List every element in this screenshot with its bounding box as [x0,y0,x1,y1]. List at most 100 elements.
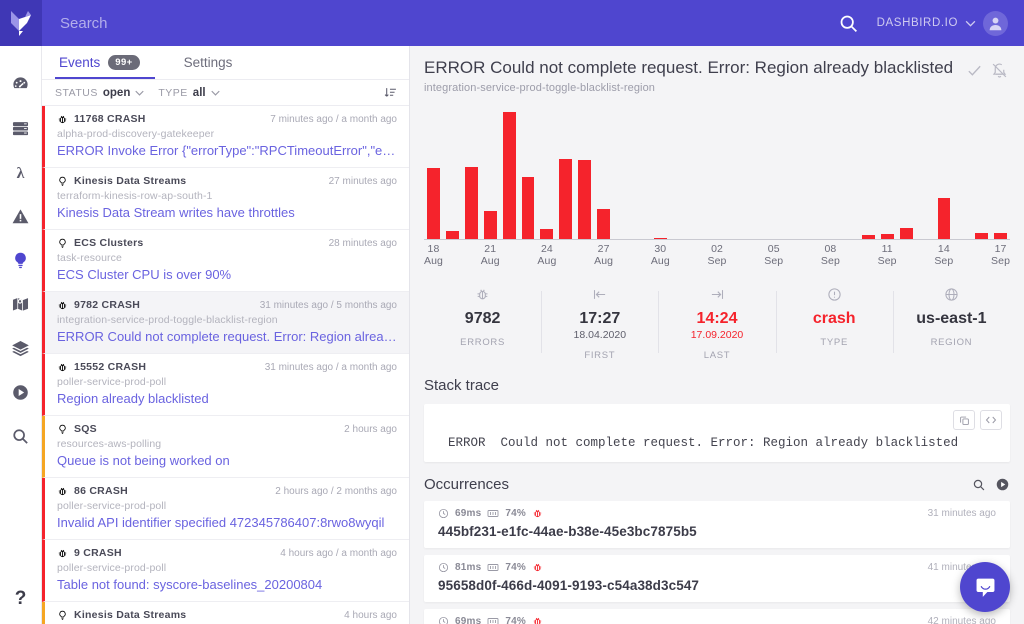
sidebar-item-servers[interactable] [0,106,42,150]
chart-bar-slot[interactable] [764,107,783,239]
chart-bar-slot[interactable] [613,107,632,239]
chart-bar[interactable] [975,233,988,239]
event-list-item[interactable]: 9 CRASH4 hours ago / a month agopoller-s… [42,540,409,602]
event-list-item[interactable]: ECS Clusters28 minutes agotask-resourceE… [42,230,409,292]
chart-bar[interactable] [484,211,497,239]
chart-bar[interactable] [938,198,951,239]
account-menu[interactable]: DASHBIRD.IO [877,11,1008,36]
chart-bar-slot[interactable] [689,107,708,239]
chart-bar-slot[interactable] [500,107,519,239]
chart-bar-slot[interactable] [916,107,935,239]
event-item-title[interactable]: ERROR Could not complete request. Error:… [57,329,397,344]
event-item-title[interactable]: Region already blacklisted [57,391,397,406]
chart-bar-slot[interactable] [537,107,556,239]
event-list-item[interactable]: 11768 CRASH7 minutes ago / a month agoal… [42,106,409,168]
chart-bar[interactable] [446,231,459,239]
sidebar-item-search[interactable] [0,414,42,458]
filter-status[interactable]: STATUS open [55,87,144,99]
chart-bar[interactable] [503,112,516,239]
avatar[interactable] [983,11,1008,36]
occurrences-live-button[interactable] [995,477,1010,492]
chart-bar[interactable] [994,233,1007,239]
occurrences-search-button[interactable] [972,478,986,492]
chart-bar-slot[interactable] [651,107,670,239]
event-item-title[interactable]: ERROR Invoke Error {"errorType":"RPCTime… [57,143,397,158]
chart-bar-slot[interactable] [821,107,840,239]
chart-bar-slot[interactable] [481,107,500,239]
chart-bar-slot[interactable] [575,107,594,239]
chart-bar-slot[interactable] [424,107,443,239]
chart-bar[interactable] [862,235,875,239]
sidebar-item-map[interactable] [0,282,42,326]
chart-bar[interactable] [427,168,440,239]
resolve-button[interactable] [966,62,983,79]
tab-settings-label: Settings [184,55,233,70]
sidebar-item-insights[interactable] [0,238,42,282]
search-input[interactable] [60,8,834,38]
chart-bar-slot[interactable] [519,107,538,239]
help-button[interactable]: ? [15,588,27,624]
event-item-title[interactable]: Kinesis Data Stream writes have throttle… [57,205,397,220]
event-list[interactable]: 11768 CRASH7 minutes ago / a month agoal… [42,106,409,624]
tab-settings[interactable]: Settings [180,46,237,79]
chart-bar[interactable] [654,238,667,240]
sidebar-item-playground[interactable] [0,370,42,414]
app-logo[interactable] [0,0,42,46]
intercom-launcher[interactable] [960,562,1010,612]
occurrence-item[interactable]: 81ms74%41 minutes ago95658d0f-466d-4091-… [424,555,1010,602]
chart-bar[interactable] [465,167,478,239]
chart-bar-slot[interactable] [934,107,953,239]
mute-button[interactable] [991,62,1008,79]
chart-bar-slot[interactable] [783,107,802,239]
chart-bar-slot[interactable] [632,107,651,239]
view-source-button[interactable] [980,410,1002,430]
event-list-item[interactable]: 86 CRASH2 hours ago / 2 months agopoller… [42,478,409,540]
chart-bar[interactable] [522,177,535,239]
filter-type[interactable]: TYPE all [158,87,219,99]
chart-bar-slot[interactable] [840,107,859,239]
chart-bar-slot[interactable] [991,107,1010,239]
occurrences-list[interactable]: 69ms74%31 minutes ago445bf231-e1fc-44ae-… [410,493,1024,624]
chart-bar-slot[interactable] [708,107,727,239]
chart-bar-slot[interactable] [745,107,764,239]
chart-bar[interactable] [578,160,591,239]
occurrence-item[interactable]: 69ms74%42 minutes ago [424,609,1010,624]
sidebar-item-alarms[interactable] [0,194,42,238]
chart-bar[interactable] [900,228,913,239]
event-list-item[interactable]: 9782 CRASH31 minutes ago / 5 months agoi… [42,292,409,354]
event-item-title[interactable]: Queue is not being worked on [57,453,397,468]
chart-bar[interactable] [559,159,572,239]
copy-button[interactable] [953,410,975,430]
sidebar-item-lambda[interactable]: λ [0,150,42,194]
chart-bar-slot[interactable] [462,107,481,239]
sort-button[interactable] [384,86,397,99]
event-item-title[interactable]: Invalid API identifier specified 4723457… [57,515,397,530]
event-list-item[interactable]: SQS2 hours agoresources-aws-pollingQueue… [42,416,409,478]
chart-x-tick: 05 Sep [764,243,783,267]
sidebar-item-layers[interactable] [0,326,42,370]
event-item-title[interactable]: Table not found: syscore-baselines_20200… [57,577,397,592]
chart-bar-slot[interactable] [802,107,821,239]
chart-bars[interactable] [424,107,1010,239]
chart-bar[interactable] [597,209,610,239]
occurrence-item[interactable]: 69ms74%31 minutes ago445bf231-e1fc-44ae-… [424,501,1010,548]
tab-events[interactable]: Events 99+ [55,46,144,79]
search-button[interactable] [834,13,863,34]
event-list-item[interactable]: Kinesis Data Streams27 minutes agoterraf… [42,168,409,230]
chart-bar-slot[interactable] [670,107,689,239]
chart-bar[interactable] [881,234,894,239]
event-list-item[interactable]: 15552 CRASH31 minutes ago / a month agop… [42,354,409,416]
chart-bar[interactable] [540,229,553,239]
chart-bar-slot[interactable] [878,107,897,239]
chart-bar-slot[interactable] [443,107,462,239]
event-item-title[interactable]: ECS Cluster CPU is over 90% [57,267,397,282]
chart-bar-slot[interactable] [727,107,746,239]
event-list-item[interactable]: Kinesis Data Streams4 hours agoterraform… [42,602,409,624]
chart-bar-slot[interactable] [953,107,972,239]
chart-bar-slot[interactable] [556,107,575,239]
sidebar-item-dashboard[interactable] [0,62,42,106]
chart-bar-slot[interactable] [972,107,991,239]
chart-bar-slot[interactable] [897,107,916,239]
chart-bar-slot[interactable] [594,107,613,239]
chart-bar-slot[interactable] [859,107,878,239]
